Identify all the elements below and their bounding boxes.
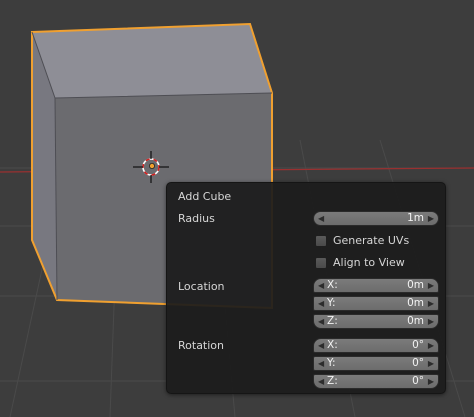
checkbox-icon[interactable] (315, 257, 327, 269)
rotation-label: Rotation (178, 339, 225, 352)
left-arrow-icon[interactable]: ◀ (318, 339, 324, 352)
rotation-z-field[interactable]: ◀ Z: 0° ▶ (313, 374, 439, 389)
location-z-field[interactable]: ◀ Z: 0m ▶ (313, 314, 439, 329)
rotation-y-value: 0° (412, 357, 424, 369)
location-z-value: 0m (407, 315, 424, 327)
left-arrow-icon[interactable]: ◀ (318, 375, 324, 388)
rotation-y-axis: Y: (327, 357, 336, 369)
right-arrow-icon[interactable]: ▶ (428, 339, 434, 352)
location-y-axis: Y: (327, 297, 336, 309)
location-y-field[interactable]: ◀ Y: 0m ▶ (313, 296, 439, 311)
add-cube-operator-panel[interactable]: Add Cube Radius ◀ 1m ▶ Generate UVs Alig… (166, 182, 446, 394)
origin-dot-icon (148, 162, 155, 169)
radius-field[interactable]: ◀ 1m ▶ (313, 211, 439, 226)
rotation-z-value: 0° (412, 375, 424, 387)
align-to-view-label: Align to View (333, 256, 405, 269)
left-arrow-icon[interactable]: ◀ (318, 212, 324, 225)
right-arrow-icon[interactable]: ▶ (428, 315, 434, 328)
location-z-axis: Z: (327, 315, 338, 327)
right-arrow-icon[interactable]: ▶ (428, 375, 434, 388)
rotation-y-field[interactable]: ◀ Y: 0° ▶ (313, 356, 439, 371)
rotation-x-field[interactable]: ◀ X: 0° ▶ (313, 338, 439, 353)
right-arrow-icon[interactable]: ▶ (428, 357, 434, 370)
left-arrow-icon[interactable]: ◀ (318, 279, 324, 292)
right-arrow-icon[interactable]: ▶ (428, 297, 434, 310)
checkbox-icon[interactable] (315, 235, 327, 247)
panel-title: Add Cube (178, 190, 232, 203)
location-x-axis: X: (327, 279, 338, 291)
left-arrow-icon[interactable]: ◀ (318, 357, 324, 370)
cube-top-face (32, 24, 272, 98)
right-arrow-icon[interactable]: ▶ (428, 279, 434, 292)
left-arrow-icon[interactable]: ◀ (318, 297, 324, 310)
rotation-x-value: 0° (412, 339, 424, 351)
location-x-field[interactable]: ◀ X: 0m ▶ (313, 278, 439, 293)
right-arrow-icon[interactable]: ▶ (428, 212, 434, 225)
rotation-z-axis: Z: (327, 375, 338, 387)
location-label: Location (178, 280, 225, 293)
left-arrow-icon[interactable]: ◀ (318, 315, 324, 328)
radius-label: Radius (178, 212, 215, 225)
location-y-value: 0m (407, 297, 424, 309)
radius-value: 1m (407, 212, 424, 224)
location-x-value: 0m (407, 279, 424, 291)
generate-uvs-label: Generate UVs (333, 234, 410, 247)
rotation-x-axis: X: (327, 339, 338, 351)
